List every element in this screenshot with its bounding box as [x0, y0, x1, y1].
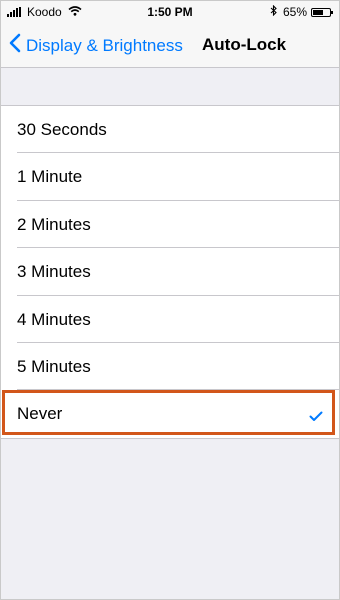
status-bar: Koodo 1:50 PM 65% [1, 1, 339, 23]
list-item[interactable]: Never [1, 390, 339, 437]
back-button-label: Display & Brightness [26, 35, 183, 55]
list-item[interactable]: 5 Minutes [1, 343, 339, 391]
list-item[interactable]: 1 Minute [1, 153, 339, 201]
chevron-left-icon [9, 33, 21, 58]
bluetooth-icon [270, 4, 277, 19]
phone-screen: Koodo 1:50 PM 65% Display & Brightness A… [0, 0, 340, 600]
battery-icon [311, 7, 333, 17]
battery-level-fill [313, 9, 323, 15]
option-label: 1 Minute [17, 167, 83, 187]
navigation-bar: Display & Brightness Auto-Lock [1, 23, 339, 68]
option-label: 5 Minutes [17, 356, 91, 376]
list-item[interactable]: 4 Minutes [1, 296, 339, 343]
option-label: 4 Minutes [17, 309, 91, 329]
option-label: Never [17, 404, 63, 424]
list-item[interactable]: 30 Seconds [1, 106, 339, 154]
list-item[interactable]: 3 Minutes [1, 248, 339, 296]
back-button[interactable]: Display & Brightness [9, 33, 183, 58]
option-label: 3 Minutes [17, 262, 91, 282]
option-label: 2 Minutes [17, 214, 91, 234]
list-item[interactable]: 2 Minutes [1, 201, 339, 249]
auto-lock-options-list: 30 Seconds 1 Minute 2 Minutes 3 Minutes 4 Mi… [1, 105, 339, 439]
battery-percent: 65% [282, 5, 307, 19]
option-label: 30 Seconds [17, 120, 107, 139]
checkmark-icon [309, 407, 323, 427]
status-right: 65% [270, 4, 333, 19]
battery-tip [331, 10, 333, 14]
page-title: Auto-Lock [202, 35, 287, 54]
